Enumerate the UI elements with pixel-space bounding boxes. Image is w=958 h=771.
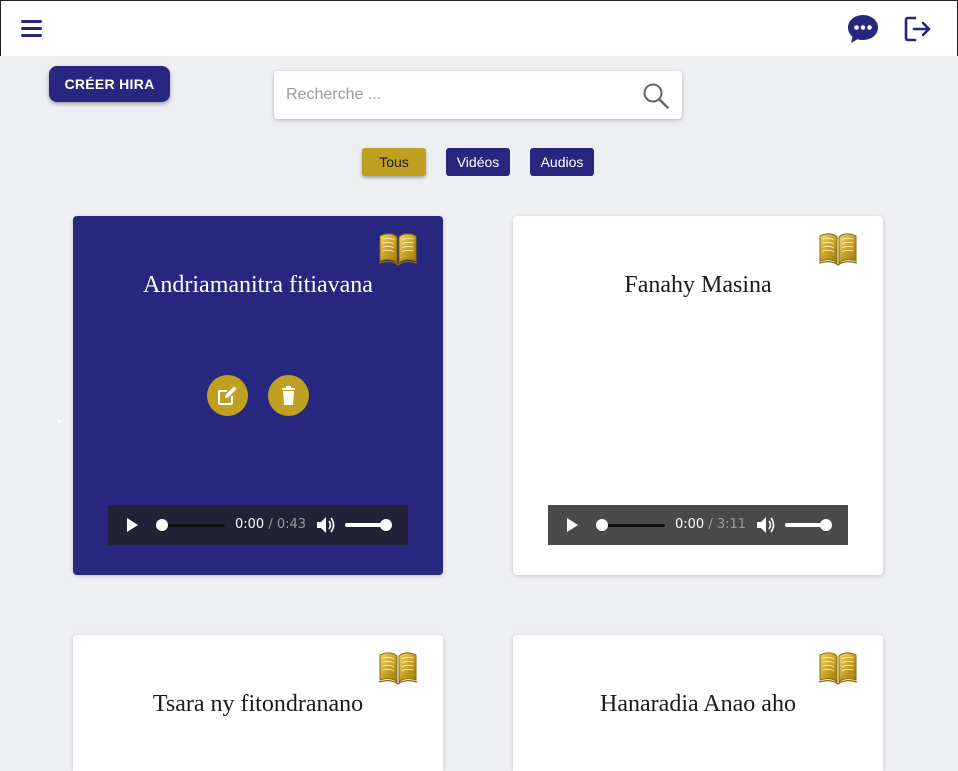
time-display: 0:00 / 3:11 [675,517,747,532]
search-icon[interactable] [642,82,670,110]
top-bar [0,0,958,56]
song-title: Andriamanitra fitiavana [143,272,373,298]
song-title: Tsara ny fitondranano [152,691,364,717]
volume-icon[interactable] [756,516,776,534]
volume-handle[interactable] [380,519,392,531]
song-card[interactable]: Tsara ny fitondranano [73,635,443,771]
hamburger-menu-icon[interactable] [19,17,45,41]
book-icon [818,649,858,685]
search-input[interactable] [286,83,626,107]
filter-tous[interactable]: Tous [362,148,426,176]
volume-icon[interactable] [316,516,336,534]
edit-button[interactable] [207,375,248,416]
search-box [274,71,682,119]
chat-bubble-icon[interactable] [846,13,880,45]
audio-player: 0:00 / 3:11 [548,505,848,545]
filter-videos[interactable]: Vidéos [446,148,510,176]
seek-handle[interactable] [596,519,608,531]
volume-handle[interactable] [820,519,832,531]
create-hira-button[interactable]: CRÉER HIRA [49,66,170,102]
song-title: Fanahy Masina [624,272,772,298]
book-icon [378,230,418,266]
time-display: 0:00 / 0:43 [235,517,307,532]
book-icon [378,649,418,685]
logout-icon[interactable] [903,14,933,44]
book-icon [818,230,858,266]
song-card[interactable]: Fanahy Masina 0:00 / 3:11 [513,216,883,575]
song-card[interactable]: Andriamanitra fitiavana 0:00 / 0:43 [73,216,443,575]
seek-bar[interactable] [158,524,225,527]
seek-bar[interactable] [598,524,665,527]
play-icon[interactable] [564,517,580,533]
stray-dot [58,420,61,423]
edit-icon [218,386,237,405]
song-card[interactable]: Hanaradia Anao aho [513,635,883,771]
trash-icon [282,386,295,405]
delete-button[interactable] [268,375,309,416]
play-icon[interactable] [124,517,140,533]
filter-audios[interactable]: Audios [530,148,594,176]
audio-player: 0:00 / 0:43 [108,505,408,545]
song-title: Hanaradia Anao aho [600,691,796,717]
seek-handle[interactable] [156,519,168,531]
